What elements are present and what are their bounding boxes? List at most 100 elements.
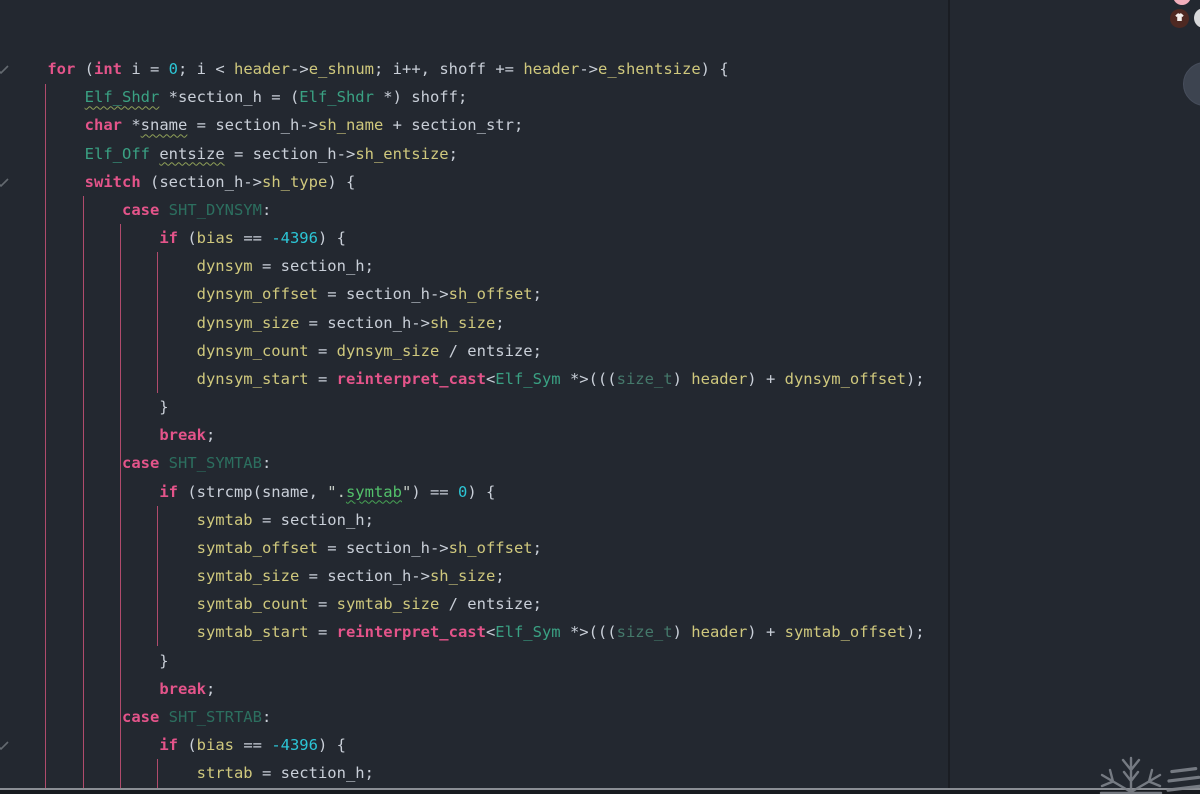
code-token: ; <box>205 679 216 698</box>
tshirt-button[interactable] <box>1169 8 1189 28</box>
code-token: Elf_Shdr <box>84 88 160 107</box>
code-token: header <box>523 60 580 79</box>
code-token: Elf_Shdr <box>299 88 374 107</box>
editor-window: for (int i = 0; i < header->e_shnum; i++… <box>0 0 1200 794</box>
code-line[interactable]: dynsym_start = reinterpret_cast<Elf_Sym … <box>10 365 925 393</box>
fold-chevron-icon[interactable] <box>0 738 9 752</box>
code-line[interactable]: dynsym_size = section_h->sh_size; <box>10 309 505 337</box>
code-token: reinterpret_cast <box>336 623 486 642</box>
fold-chevron-icon[interactable] <box>0 175 9 189</box>
code-line[interactable]: Elf_Off entsize = section_h->sh_entsize; <box>10 140 458 168</box>
code-token: symtab_offset <box>784 623 906 642</box>
code-token: sh_size <box>429 567 496 586</box>
code-line[interactable]: strtab = section_h; <box>10 759 374 787</box>
code-line[interactable]: break; <box>10 675 215 703</box>
code-token: == <box>233 736 272 755</box>
code-token: ; <box>532 538 542 557</box>
code-line[interactable]: dynsym_offset = section_h->sh_offset; <box>10 280 542 308</box>
code-token: *) shoff; <box>373 88 468 107</box>
code-token: switch <box>84 172 141 191</box>
code-token: = section_h-> <box>187 116 318 135</box>
fold-chevron-icon[interactable] <box>0 62 9 76</box>
code-token: ". <box>327 482 346 501</box>
code-token: dynsym_offset <box>196 285 318 304</box>
code-line[interactable]: case SHT_STRTAB: <box>10 703 271 731</box>
code-line[interactable]: symtab_offset = section_h->sh_offset; <box>10 534 542 562</box>
code-token: header <box>691 623 748 642</box>
code-line[interactable]: symtab_start = reinterpret_cast<Elf_Sym … <box>10 618 925 646</box>
code-token: == <box>233 229 272 248</box>
code-token: dynsym_count <box>196 341 309 360</box>
code-token: entsize <box>159 144 225 163</box>
code-token: break <box>159 426 206 445</box>
code-token: (strcmp(sname, <box>177 482 328 501</box>
code-token: e_shentsize <box>598 60 701 79</box>
code-token: symtab_size <box>196 567 300 586</box>
code-token: sh_offset <box>448 538 533 557</box>
code-token: *section_h = ( <box>159 88 300 107</box>
code-line[interactable]: dynsym_count = dynsym_size / entsize; <box>10 337 542 365</box>
code-line[interactable]: symtab_size = section_h->sh_size; <box>10 562 505 590</box>
code-line[interactable]: Elf_Shdr *section_h = (Elf_Shdr *) shoff… <box>10 83 468 111</box>
code-line[interactable]: case SHT_DYNSYM: <box>10 196 271 224</box>
code-token: ); <box>905 369 925 388</box>
code-token: dynsym_offset <box>784 369 906 388</box>
code-token: sh_type <box>261 172 328 191</box>
code-token: -4396 <box>271 229 318 248</box>
code-token: sh_entsize <box>355 144 449 163</box>
code-token: = section_h-> <box>299 567 430 586</box>
code-line[interactable]: switch (section_h->sh_type) { <box>10 168 356 196</box>
code-token: if <box>159 736 178 755</box>
code-line[interactable]: for (int i = 0; i < header->e_shnum; i++… <box>10 55 728 83</box>
code-area[interactable]: for (int i = 0; i < header->e_shnum; i++… <box>0 0 1200 794</box>
code-token: dynsym_size <box>196 313 300 332</box>
code-token: ) + <box>747 369 785 388</box>
code-token: header <box>234 60 291 79</box>
code-token: size_t <box>616 369 673 388</box>
code-token: for <box>47 60 76 79</box>
code-token: symtab_start <box>196 623 309 642</box>
code-token: = <box>308 369 337 388</box>
code-line[interactable]: dynsym = section_h; <box>10 252 374 280</box>
code-line[interactable]: symtab = section_h; <box>10 506 374 534</box>
code-line[interactable]: break; <box>10 421 215 449</box>
code-token: ( <box>177 736 197 755</box>
code-line[interactable]: if (strcmp(sname, ".symtab") == 0) { <box>10 478 495 506</box>
code-line[interactable]: case SHT_SYMTAB: <box>10 449 271 477</box>
code-line[interactable]: if (bias == -4396) { <box>10 731 346 759</box>
code-line[interactable]: } <box>10 647 168 675</box>
code-token: symtab <box>345 482 402 501</box>
code-line[interactable]: } <box>10 393 168 421</box>
code-token: -> <box>579 60 598 79</box>
code-token: = <box>308 623 337 642</box>
code-token: case <box>121 707 160 726</box>
code-token: SHT_SYMTAB <box>168 454 262 473</box>
code-token: case <box>121 454 160 473</box>
code-token: break <box>159 679 206 698</box>
code-token: ) { <box>467 482 496 501</box>
code-token: : <box>261 454 272 473</box>
code-token: ) { <box>317 736 346 755</box>
code-token: ) { <box>317 229 346 248</box>
code-token: = section_h-> <box>317 285 449 304</box>
code-token: sh_offset <box>448 285 533 304</box>
code-line[interactable]: if (bias == -4396) { <box>10 224 346 252</box>
code-token: : <box>261 707 272 726</box>
code-token: dynsym <box>196 257 253 276</box>
code-line[interactable]: symtab_count = symtab_size / entsize; <box>10 590 542 618</box>
code-token: int <box>94 60 122 79</box>
code-line[interactable]: char *sname = section_h->sh_name + secti… <box>10 111 524 139</box>
